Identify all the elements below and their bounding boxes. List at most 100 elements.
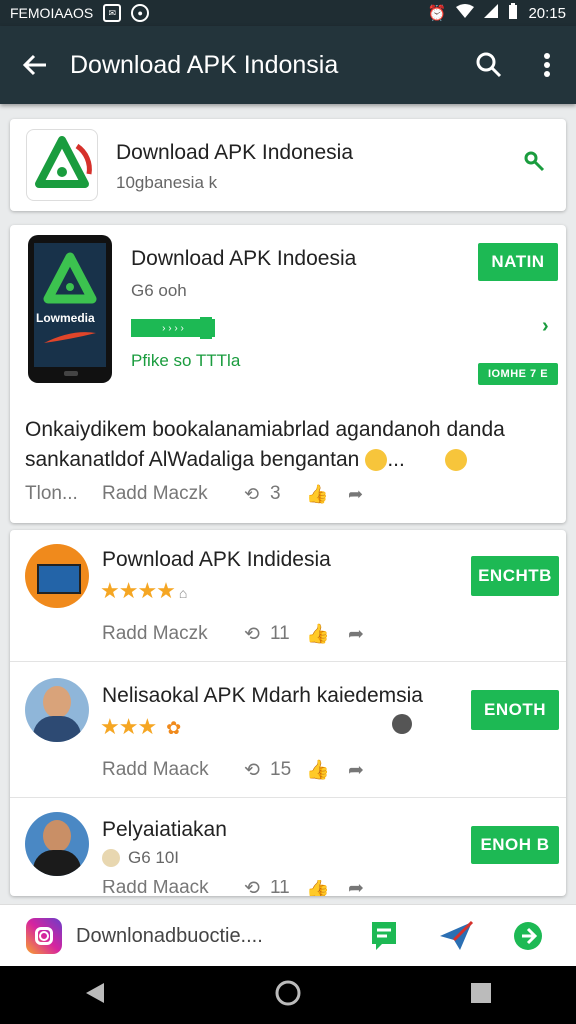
list-item-subtitle: G6 10I [128, 848, 180, 867]
key-search-icon [524, 151, 545, 172]
comment-count: 3 [270, 483, 281, 504]
bottom-bar-text[interactable]: Downlonadbuoctie.... [76, 925, 348, 948]
wifi-icon [456, 4, 475, 22]
comment-count: 11 [270, 623, 290, 644]
nav-back-icon [86, 982, 104, 1003]
comment-icon[interactable]: ⟲ [244, 880, 270, 896]
rating-stars: ★★★★ ⌂ [100, 578, 188, 603]
featured-sub1: G6 ooh [131, 281, 187, 300]
search-icon [476, 52, 502, 78]
featured-app-card[interactable]: Lowmedia Download APK Indoesia G6 ooh › … [10, 225, 566, 523]
description-ellipsis: ... [387, 448, 405, 471]
emoji-icon [102, 849, 120, 867]
description-line-1: Onkaiydikem bookalanamiabrlad agandanoh … [25, 418, 505, 441]
status-carrier: FEMOIAAOS [10, 5, 94, 21]
app-logo-icon [35, 136, 92, 188]
read-more-link[interactable]: Radd Maack [102, 759, 244, 781]
featured-install-button[interactable]: NATIN [478, 243, 558, 281]
avatar-person [25, 812, 89, 876]
more-options-button[interactable] [518, 52, 576, 78]
nav-home-button[interactable] [274, 979, 302, 1012]
instagram-icon[interactable] [26, 918, 62, 954]
status-bar: FEMOIAAOS ✉ ● ⏰ 20:15 [0, 0, 576, 26]
message-icon [372, 922, 396, 950]
like-icon[interactable]: 👍 [306, 880, 348, 896]
app-icon-tablet [25, 544, 89, 608]
share-icon[interactable]: ➦ [348, 759, 364, 782]
list-meta-row: Radd Maczk ⟲ 11 👍 ➦ [102, 622, 364, 646]
send-button[interactable] [420, 920, 492, 952]
featured-badge: IOMHE 7 E [478, 363, 558, 385]
phone-brand-text: Lowmedia [36, 311, 95, 325]
search-result-title: Download APK Indonesia [116, 141, 353, 164]
chevron-right-icon[interactable]: › [542, 315, 549, 338]
share-icon[interactable]: ➦ [348, 484, 363, 505]
featured-sub2: Pfike so TTTla [131, 351, 241, 370]
more-vert-icon [544, 53, 550, 77]
message-button[interactable] [348, 920, 420, 952]
read-more-link[interactable]: Radd Maczk [102, 483, 244, 505]
signal-icon [484, 4, 499, 22]
comment-icon[interactable]: ⟲ [244, 623, 270, 646]
emoji-icon [392, 714, 412, 734]
back-arrow-icon [22, 54, 46, 76]
search-button[interactable] [460, 52, 518, 78]
list-meta-row: Radd Maack ⟲ 11 👍 ➦ [102, 880, 364, 896]
system-nav-bar [0, 966, 576, 1024]
app-phone-image: Lowmedia [28, 235, 112, 383]
battery-icon [508, 3, 518, 23]
search-result-subtitle: 10gbanesia k [116, 173, 218, 192]
nav-recents-button[interactable] [470, 982, 492, 1009]
description-line-2: sankanatldof AlWadaliga bengantan [25, 448, 360, 471]
list-item-button[interactable]: ENOTH [471, 690, 559, 730]
rating-stars: ★★★ ✿ [100, 714, 182, 739]
app-list-card: Pownload APK Indidesia ★★★★ ⌂ ENCHTB Radd… [10, 530, 566, 896]
featured-description: Onkaiydikem bookalanamiabrlad agandanoh … [25, 415, 555, 475]
notification-icon: ✉ [103, 4, 122, 22]
comment-count: 11 [270, 880, 290, 896]
comment-icon[interactable]: ⟲ [244, 484, 270, 505]
forward-icon [514, 922, 542, 950]
list-divider [10, 797, 566, 798]
list-item-title: Pelyaiatiakan [102, 818, 227, 841]
progress-end-marker [200, 317, 212, 339]
featured-meta-row: Tlon... Radd Maczk ⟲ 3 👍 ➦ [25, 483, 565, 505]
read-more-link[interactable]: Radd Maczk [102, 623, 244, 645]
meta-left: Tlon... [25, 483, 78, 504]
back-button[interactable] [0, 52, 70, 78]
smile-emoji-icon [365, 449, 388, 471]
forward-button[interactable] [492, 920, 564, 952]
list-item-button[interactable]: ENCHTB [471, 556, 559, 596]
nav-recents-icon [471, 982, 491, 1003]
phone-logo-icon [43, 252, 97, 304]
search-go-button[interactable] [524, 151, 546, 178]
swoosh-icon [44, 332, 96, 343]
list-meta-row: Radd Maack ⟲ 15 👍 ➦ [102, 758, 364, 782]
comment-icon[interactable]: ⟲ [244, 759, 270, 782]
comment-count: 15 [270, 759, 292, 780]
page-title: Download APK Indonsia [70, 50, 339, 79]
share-icon[interactable]: ➦ [348, 623, 364, 646]
status-time: 20:15 [528, 4, 566, 22]
like-icon[interactable]: 👍 [306, 622, 348, 646]
nav-back-button[interactable] [84, 981, 106, 1010]
search-result-card[interactable]: Download APK Indonesia 10gbanesia k [10, 119, 566, 211]
share-icon[interactable]: ➦ [348, 880, 364, 896]
bottom-share-bar: Downlonadbuoctie.... [0, 904, 576, 967]
featured-title: Download APK Indoesia [131, 247, 357, 270]
paper-plane-icon [440, 920, 474, 950]
list-item-title: Pownload APK Indidesia [102, 548, 331, 571]
list-item-button[interactable]: ENOH B [471, 826, 559, 864]
list-item-title: Nelisaokal APK Mdarh kaiedemsia [102, 684, 423, 707]
read-more-link[interactable]: Radd Maack [102, 880, 244, 896]
nav-home-icon [275, 980, 301, 1005]
app-logo [26, 129, 98, 201]
alarm-icon: ⏰ [427, 5, 447, 22]
app-bar: Download APK Indonsia [0, 26, 576, 104]
like-icon[interactable]: 👍 [306, 484, 348, 505]
like-icon[interactable]: 👍 [306, 758, 348, 782]
avatar-person [25, 678, 89, 742]
kiss-emoji-icon [444, 449, 467, 471]
list-divider [10, 661, 566, 662]
list-item-sub: G6 10I [102, 848, 179, 868]
